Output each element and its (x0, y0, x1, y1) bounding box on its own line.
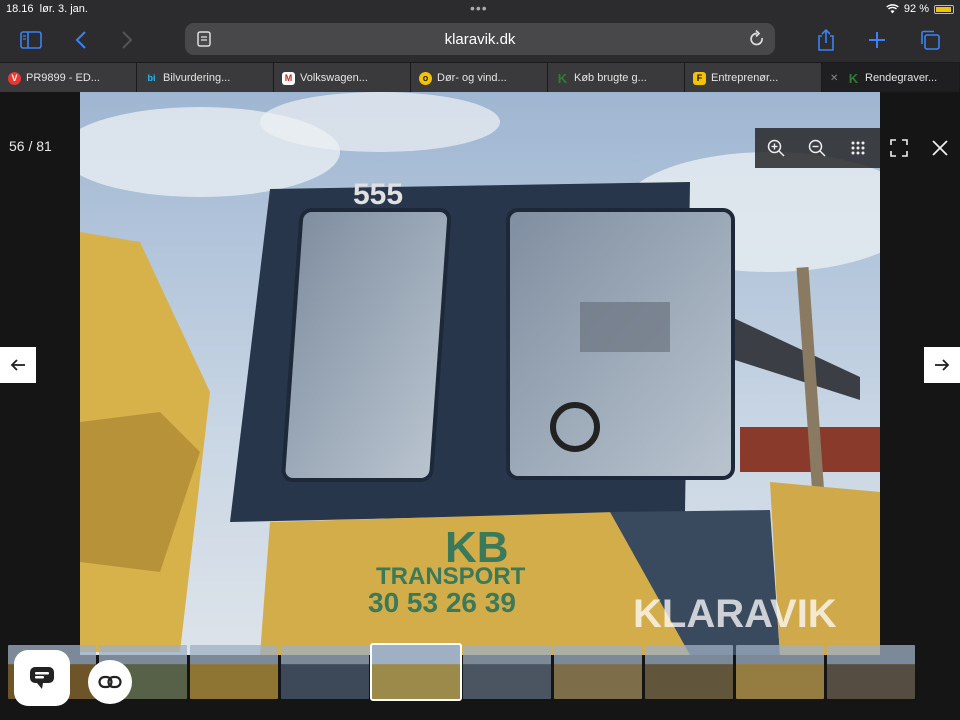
tab-label: PR9899 - ED... (26, 72, 100, 84)
gallery-thumbnail[interactable] (463, 645, 551, 699)
phone-text: 30 53 26 39 (368, 587, 516, 618)
gallery-thumbnail[interactable] (554, 645, 642, 699)
tab-favicon-icon: F (693, 71, 706, 85)
tab-favicon-icon: M (282, 71, 295, 85)
tab-favicon-icon: bi (147, 73, 156, 83)
gallery-thumbnail[interactable] (370, 643, 462, 701)
page-menu-icon[interactable] (195, 30, 213, 48)
tab-favicon-icon: o (419, 71, 432, 85)
tab-dor-og-vind[interactable]: o Dør- og vind... (411, 63, 548, 93)
fullscreen-icon[interactable] (878, 128, 919, 168)
cab-number-text: 555 (353, 178, 403, 211)
company-text: TRANSPORT (376, 563, 526, 590)
tabs-overview-icon[interactable] (916, 26, 944, 54)
tab-label: Bilvurdering... (163, 72, 231, 84)
browser-toolbar: klaravik.dk (0, 18, 960, 62)
main-photo[interactable]: 555 KB TRANSPORT 30 53 26 39 KLARAVIK (80, 92, 880, 655)
tab-label: Køb brugte g... (574, 72, 647, 84)
watermark-text: KLARAVIK (633, 592, 837, 636)
forward-icon[interactable] (113, 26, 141, 54)
url-text: klaravik.dk (444, 30, 516, 48)
gallery-thumbnail[interactable] (645, 645, 733, 699)
image-viewer: 56 / 81 555 KB TRANSPORT 30 53 26 39 KLA… (0, 92, 960, 720)
tab-bilvurdering[interactable]: bi Bilvurdering... (137, 63, 274, 93)
tab-entreprenor[interactable]: F Entreprenør... (685, 63, 822, 93)
tab-favicon-icon: K (557, 70, 568, 86)
status-time: 18.16 lør. 3. jan. (6, 3, 88, 15)
back-icon[interactable] (67, 26, 95, 54)
zoom-in-icon[interactable] (755, 128, 796, 168)
address-bar[interactable]: klaravik.dk (185, 23, 775, 55)
grid-icon[interactable] (837, 128, 878, 168)
tab-label: Entreprenør... (711, 72, 779, 84)
battery-percent: 92 % (903, 3, 929, 15)
reload-icon[interactable] (747, 29, 767, 49)
gallery-thumbnail[interactable] (190, 645, 278, 699)
tab-rendegraver[interactable]: ✕ K Rendegraver... (822, 63, 960, 93)
tab-close-icon[interactable]: ✕ (830, 73, 842, 84)
close-icon[interactable] (919, 128, 960, 168)
zoom-out-icon[interactable] (796, 128, 837, 168)
link-icon (98, 675, 122, 689)
tab-label: Volkswagen... (300, 72, 368, 84)
battery-icon (934, 4, 954, 14)
tab-volkswagen[interactable]: M Volkswagen... (274, 63, 411, 93)
status-bar: 18.16 lør. 3. jan. ••• 92 % (0, 0, 960, 18)
arrow-right-icon (935, 359, 950, 371)
new-tab-icon[interactable] (863, 26, 891, 54)
image-counter: 56 / 81 (9, 138, 52, 154)
gallery-thumbnail[interactable] (281, 645, 369, 699)
thumbnail-strip (0, 643, 960, 707)
gallery-thumbnail[interactable] (827, 645, 915, 699)
tab-pr9899[interactable]: V PR9899 - ED... (0, 63, 137, 93)
tab-favicon-icon: K (848, 70, 859, 86)
tab-label: Dør- og vind... (437, 72, 507, 84)
chat-icon (30, 667, 54, 689)
chat-button[interactable] (14, 650, 70, 706)
arrow-left-icon (10, 359, 25, 371)
sidebar-icon[interactable] (17, 26, 45, 54)
tab-favicon-icon: V (8, 71, 21, 85)
wifi-icon (886, 4, 899, 14)
link-button[interactable] (88, 660, 132, 704)
status-right: 92 % (886, 3, 954, 15)
multitasking-dots[interactable]: ••• (470, 0, 488, 16)
tab-bar: V PR9899 - ED... bi Bilvurdering... M Vo… (0, 62, 960, 93)
next-image-button[interactable] (924, 347, 960, 383)
tab-label: Rendegraver... (865, 72, 938, 84)
tab-kob-brugte[interactable]: K Køb brugte g... (548, 63, 685, 93)
share-icon[interactable] (812, 26, 840, 54)
gallery-thumbnail[interactable] (736, 645, 824, 699)
viewer-controls (755, 128, 880, 168)
previous-image-button[interactable] (0, 347, 36, 383)
